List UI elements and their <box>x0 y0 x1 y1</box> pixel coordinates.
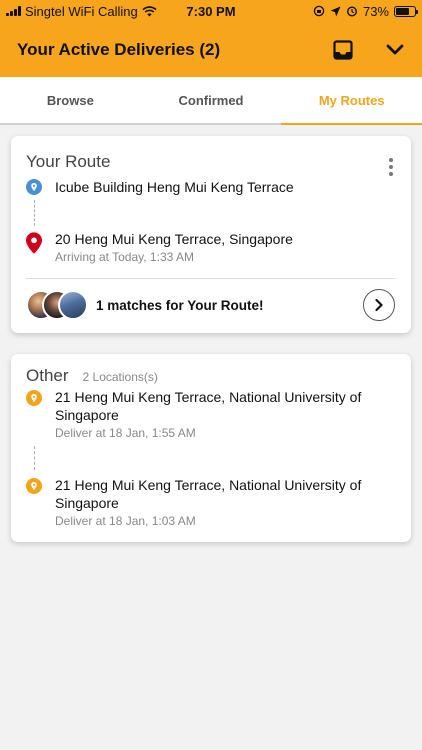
match-avatars <box>26 289 90 321</box>
battery-icon <box>394 5 418 17</box>
wifi-icon <box>142 5 157 16</box>
chevron-right-icon <box>375 298 383 312</box>
divider <box>26 278 395 279</box>
stop-address: 21 Heng Mui Keng Terrace, National Unive… <box>55 477 362 511</box>
matches-label: 1 matches for Your Route! <box>96 297 264 313</box>
alarm-icon <box>346 6 357 17</box>
stop-deliver-time: Deliver at 18 Jan, 1:03 AM <box>55 514 196 528</box>
route-connector <box>34 200 395 226</box>
stop-address: 21 Heng Mui Keng Terrace, National Unive… <box>55 389 362 423</box>
route-origin: Icube Building Heng Mui Keng Terrace <box>26 178 395 196</box>
tab-my-routes[interactable]: My Routes <box>281 77 422 125</box>
status-right: 73% <box>313 3 418 19</box>
route-connector <box>34 446 395 470</box>
more-options-button[interactable] <box>387 156 395 178</box>
chevron-down-icon <box>386 44 404 54</box>
your-route-card: Your Route Icube Building Heng Mui Keng … <box>11 136 411 333</box>
tab-browse[interactable]: Browse <box>0 77 141 123</box>
origin-pin-icon <box>26 179 42 195</box>
route-destination: 20 Heng Mui Keng Terrace, Singapore Arri… <box>26 230 395 264</box>
tab-confirmed[interactable]: Confirmed <box>141 77 282 123</box>
avatar <box>58 290 88 320</box>
other-count: 2 Locations(s) <box>82 370 158 384</box>
signal-icon <box>6 6 21 16</box>
battery-percent: 73% <box>362 3 389 19</box>
app-header: Your Active Deliveries (2) <box>0 22 422 77</box>
location-pin-icon <box>26 390 42 406</box>
list-item[interactable]: 21 Heng Mui Keng Terrace, National Unive… <box>26 476 395 528</box>
view-matches-button[interactable] <box>363 289 395 321</box>
page-title: Your Active Deliveries (2) <box>17 39 221 59</box>
location-arrow-icon <box>330 6 341 16</box>
inbox-icon <box>333 39 353 60</box>
list-item[interactable]: 21 Heng Mui Keng Terrace, National Unive… <box>26 388 395 440</box>
map-pin-icon <box>26 232 42 254</box>
destination-address: 20 Heng Mui Keng Terrace, Singapore <box>55 231 293 247</box>
tab-bar: Browse Confirmed My Routes <box>0 77 422 125</box>
destination-arrival: Arriving at Today, 1:33 AM <box>55 250 194 264</box>
origin-address: Icube Building Heng Mui Keng Terrace <box>55 179 294 195</box>
stop-deliver-time: Deliver at 18 Jan, 1:55 AM <box>55 426 196 440</box>
other-card: Other 2 Locations(s) 21 Heng Mui Keng Te… <box>11 354 411 542</box>
other-title: Other <box>26 366 69 385</box>
carrier-label: Singtel WiFi Calling <box>25 3 138 19</box>
lock-rotation-icon <box>313 5 325 17</box>
collapse-button[interactable] <box>382 37 408 63</box>
status-bar: Singtel WiFi Calling 7:30 PM 73% <box>0 0 422 22</box>
location-pin-icon <box>26 478 42 494</box>
your-route-title: Your Route <box>26 152 111 171</box>
inbox-button[interactable] <box>330 37 356 63</box>
status-left: Singtel WiFi Calling <box>6 4 157 19</box>
matches-row[interactable]: 1 matches for Your Route! <box>26 289 395 321</box>
header-actions <box>330 37 408 63</box>
